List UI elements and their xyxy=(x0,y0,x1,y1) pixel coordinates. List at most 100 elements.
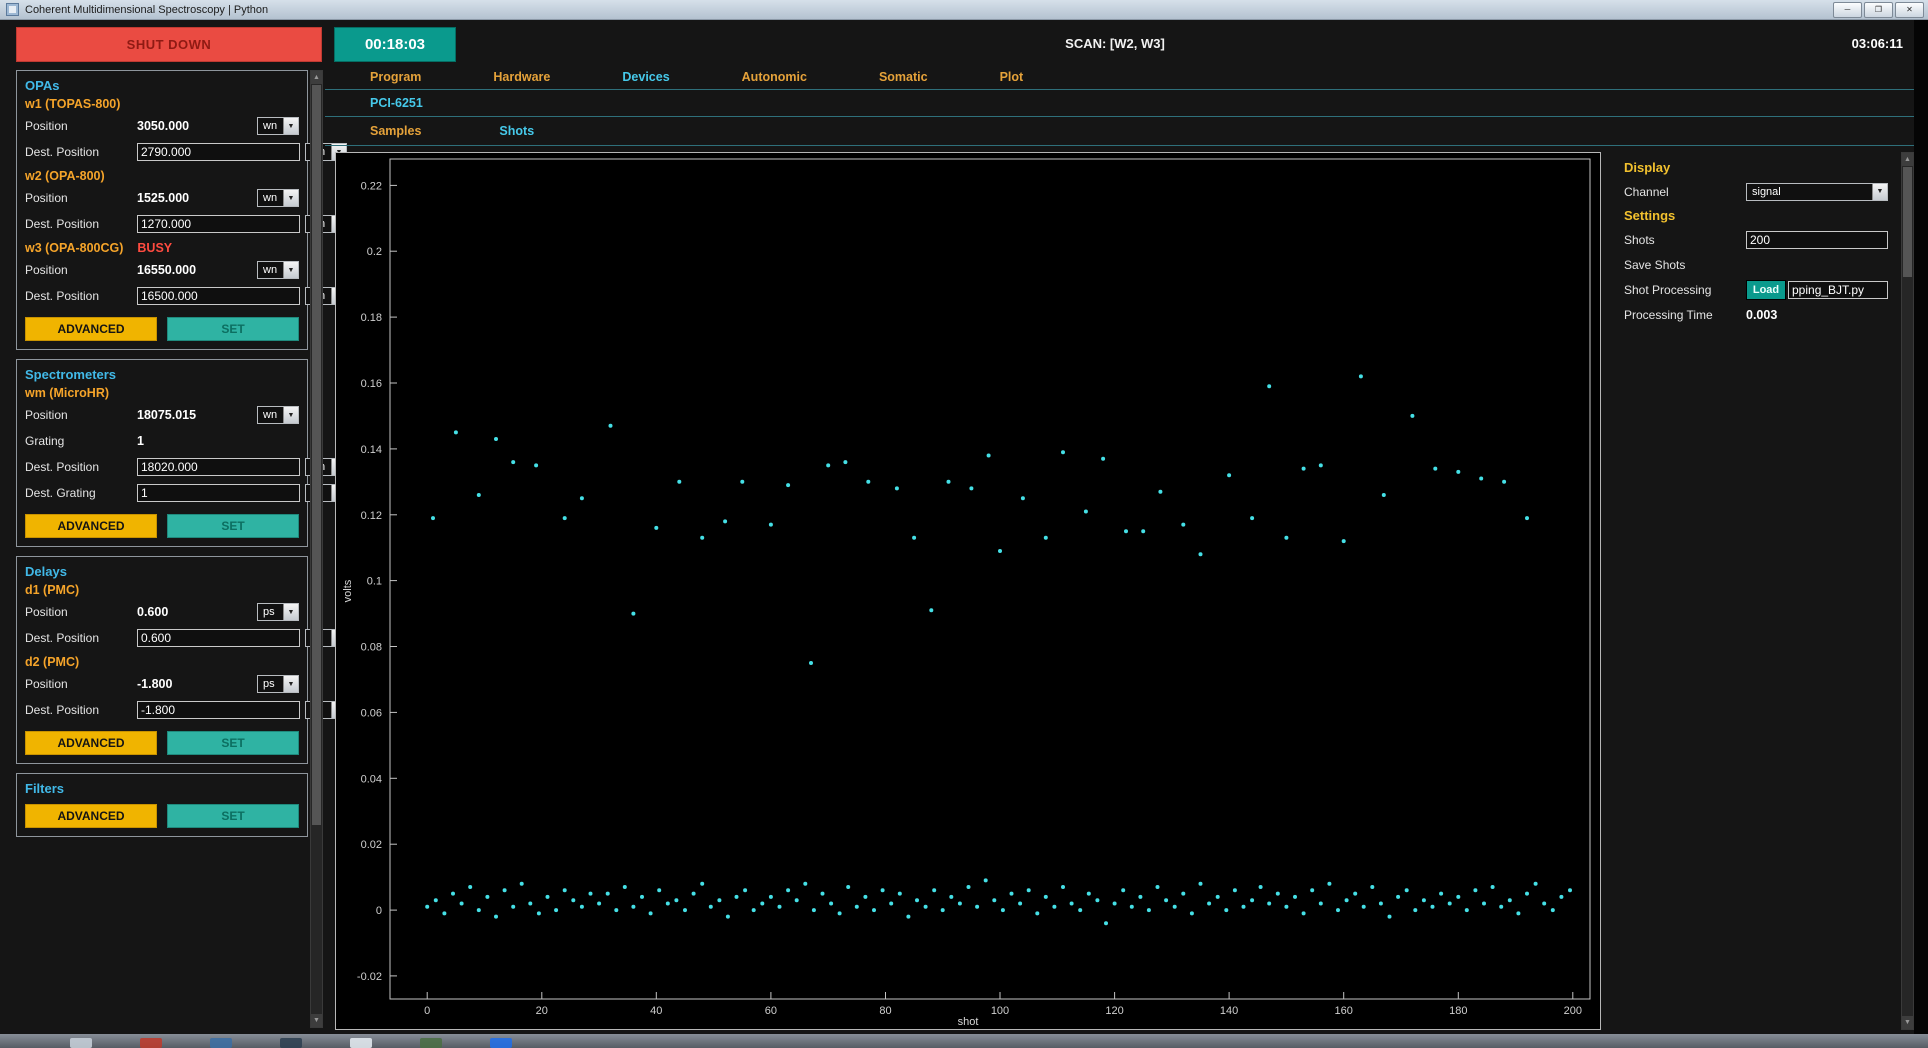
delays-set-button[interactable]: SET xyxy=(167,731,299,755)
maximize-button[interactable]: ❐ xyxy=(1864,1,1893,18)
hardware-name-w1: w1 (TOPAS-800) xyxy=(25,97,299,111)
w3-label: w3 (OPA-800CG) xyxy=(25,241,124,255)
close-icon: ✕ xyxy=(1906,5,1913,14)
hardware-name-wm: wm (MicroHR) xyxy=(25,386,299,400)
d1-position-units-dropdown[interactable]: ps ▼ xyxy=(257,603,299,621)
position-label: Position xyxy=(25,191,68,205)
scroll-down-icon[interactable]: ▼ xyxy=(311,1014,322,1027)
w3-dest-position-input[interactable] xyxy=(137,287,300,305)
wm-dest-grating-row: Dest. Grating ▼ xyxy=(25,480,347,506)
sidebar-scrollbar[interactable]: ▲ ▼ xyxy=(310,70,323,1028)
window-controls: ─ ❐ ✕ xyxy=(1833,1,1928,18)
processing-time-row: Processing Time 0.003 xyxy=(1624,302,1888,327)
wm-dest-grating-input[interactable] xyxy=(137,484,300,502)
taskbar-app-icon[interactable] xyxy=(490,1038,512,1048)
taskbar-app-icon[interactable] xyxy=(210,1038,232,1048)
hardware-name-d2: d2 (PMC) xyxy=(25,655,299,669)
spectrometers-title: Spectrometers xyxy=(25,367,117,382)
shots-input[interactable] xyxy=(1746,230,1888,249)
w2-dest-position-input[interactable] xyxy=(137,215,300,233)
svg-text:0.22: 0.22 xyxy=(361,180,382,192)
tab-program[interactable]: Program xyxy=(370,70,421,84)
delays-group: Delays d1 (PMC) Position 0.600 ps ▼ Dest… xyxy=(16,556,347,764)
shutdown-button[interactable]: SHUT DOWN xyxy=(16,27,322,62)
svg-text:0.02: 0.02 xyxy=(361,839,382,851)
shots-row: Shots xyxy=(1624,227,1888,252)
svg-text:0.18: 0.18 xyxy=(361,312,382,324)
spectrometers-buttons: ADVANCED SET xyxy=(25,514,299,538)
tab-shots[interactable]: Shots xyxy=(499,124,534,138)
minimize-icon: ─ xyxy=(1844,5,1851,14)
load-button[interactable]: Load xyxy=(1746,279,1786,300)
taskbar-app-icon[interactable] xyxy=(280,1038,302,1048)
svg-text:-0.02: -0.02 xyxy=(357,971,382,983)
d1-dest-position-input[interactable] xyxy=(137,629,300,647)
titlebar: Coherent Multidimensional Spectroscopy |… xyxy=(0,0,1928,20)
taskbar-app-icon[interactable] xyxy=(420,1038,442,1048)
w2-position-units-dropdown[interactable]: wn ▼ xyxy=(257,189,299,207)
w3-position-row: Position 16550.000 wn ▼ xyxy=(25,257,299,283)
tab-autonomic[interactable]: Autonomic xyxy=(742,70,807,84)
tab-plot[interactable]: Plot xyxy=(1000,70,1024,84)
tab-pci-6251[interactable]: PCI-6251 xyxy=(370,96,423,110)
wm-dest-position-input[interactable] xyxy=(137,458,300,476)
filters-advanced-button[interactable]: ADVANCED xyxy=(25,804,157,828)
delays-advanced-button[interactable]: ADVANCED xyxy=(25,731,157,755)
d1-position-value: 0.600 xyxy=(137,605,169,619)
filters-set-button[interactable]: SET xyxy=(167,804,299,828)
w3-position-units-dropdown[interactable]: wn ▼ xyxy=(257,261,299,279)
w1-dest-position-input[interactable] xyxy=(137,143,300,161)
tab-samples[interactable]: Samples xyxy=(370,124,421,138)
settings-section-title: Settings xyxy=(1624,208,1676,223)
tab-hardware[interactable]: Hardware xyxy=(493,70,550,84)
units-value: wn xyxy=(263,409,278,421)
opas-advanced-button[interactable]: ADVANCED xyxy=(25,317,157,341)
svg-text:0: 0 xyxy=(376,905,382,917)
opas-set-button[interactable]: SET xyxy=(167,317,299,341)
svg-text:0.06: 0.06 xyxy=(361,707,382,719)
device-subtabs: Samples Shots xyxy=(325,117,1914,146)
taskbar-app-icon[interactable] xyxy=(70,1038,92,1048)
wm-position-units-dropdown[interactable]: wn ▼ xyxy=(257,406,299,424)
minimize-button[interactable]: ─ xyxy=(1833,1,1862,18)
svg-text:80: 80 xyxy=(879,1005,891,1017)
d2-position-row: Position -1.800 ps ▼ xyxy=(25,671,299,697)
system-clock: 03:06:11 xyxy=(1851,36,1903,51)
spectrometers-advanced-button[interactable]: ADVANCED xyxy=(25,514,157,538)
opas-title: OPAs xyxy=(25,78,60,93)
main-tabs: Program Hardware Devices Autonomic Somat… xyxy=(325,64,1914,90)
dest-grating-label: Dest. Grating xyxy=(25,486,96,500)
dest-position-label: Dest. Position xyxy=(25,460,100,474)
wm-grating-value: 1 xyxy=(137,434,144,448)
d2-label: d2 (PMC) xyxy=(25,655,80,669)
scrollbar-thumb[interactable] xyxy=(1903,167,1912,277)
scroll-down-icon[interactable]: ▼ xyxy=(1902,1016,1913,1029)
w1-position-row: Position 3050.000 wn ▼ xyxy=(25,113,299,139)
w1-position-value: 3050.000 xyxy=(137,119,190,133)
wm-label: wm (MicroHR) xyxy=(25,386,110,400)
save-shots-row: Save Shots xyxy=(1624,252,1888,277)
taskbar-app-icon[interactable] xyxy=(140,1038,162,1048)
processing-file-input[interactable] xyxy=(1788,280,1888,299)
svg-text:0.12: 0.12 xyxy=(361,510,382,522)
d2-dest-position-input[interactable] xyxy=(137,701,300,719)
position-label: Position xyxy=(25,677,68,691)
tab-devices[interactable]: Devices xyxy=(622,70,669,84)
wm-dest-row: Dest. Position wn ▼ xyxy=(25,454,347,480)
scrollbar-thumb[interactable] xyxy=(312,85,321,825)
spectrometers-set-button[interactable]: SET xyxy=(167,514,299,538)
display-settings-panel: Display Channel signal ▼ Settings Shots … xyxy=(1610,152,1902,331)
scroll-up-icon[interactable]: ▲ xyxy=(311,71,322,84)
main-scrollbar[interactable]: ▲ ▼ xyxy=(1901,152,1914,1030)
close-button[interactable]: ✕ xyxy=(1895,1,1924,18)
scroll-up-icon[interactable]: ▲ xyxy=(1902,153,1913,166)
taskbar-app-icon[interactable] xyxy=(350,1038,372,1048)
tab-somatic[interactable]: Somatic xyxy=(879,70,928,84)
d2-position-units-dropdown[interactable]: ps ▼ xyxy=(257,675,299,693)
filters-group: Filters ADVANCED SET xyxy=(16,773,308,837)
w3-position-value: 16550.000 xyxy=(137,263,197,277)
w1-position-units-dropdown[interactable]: wn ▼ xyxy=(257,117,299,135)
channel-select[interactable]: signal ▼ xyxy=(1746,182,1888,201)
svg-text:40: 40 xyxy=(650,1005,662,1017)
d2-dest-row: Dest. Position ps ▼ xyxy=(25,697,347,723)
